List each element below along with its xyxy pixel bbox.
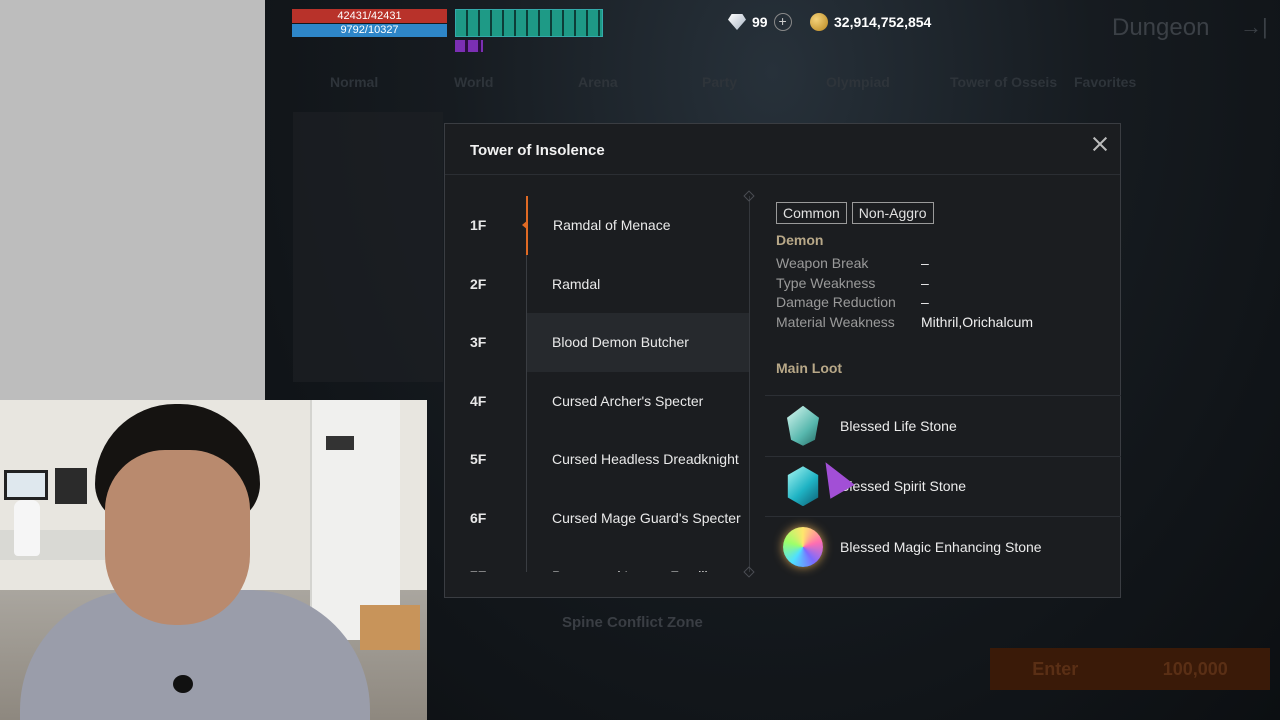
air-conditioner <box>310 400 400 640</box>
adena-currency: 32,914,752,854 <box>810 12 931 32</box>
loot-name: Blessed Spirit Stone <box>840 478 967 495</box>
stream-left-panel <box>0 0 265 400</box>
air-conditioner-panel <box>326 436 354 450</box>
diamond-currency: 99 + <box>728 12 792 32</box>
floor-row[interactable]: 6F Cursed Mage Guard's Specter <box>445 488 750 547</box>
floor-number: 6F <box>470 509 487 526</box>
tab-arena[interactable]: Arena <box>578 74 702 90</box>
screen-title: Dungeon <box>1112 14 1210 41</box>
background-monitor <box>4 470 48 500</box>
enter-button[interactable]: Enter 100,000 <box>990 648 1270 690</box>
dungeon-info-modal: Tower of Insolence 1F Ramdal of Menace 2… <box>444 123 1121 598</box>
stat-row: Type Weakness – <box>776 274 1121 294</box>
floor-list: 1F Ramdal of Menace 2F Ramdal 3F Blood D… <box>445 196 750 572</box>
loot-name: Blessed Magic Enhancing Stone <box>840 538 1042 555</box>
dungeon-tabs: Normal World Arena Party Olympiad Tower … <box>330 74 1198 90</box>
floor-row[interactable]: 7F Possessed Lesser Familiar <box>445 547 750 572</box>
adena-count: 32,914,752,854 <box>834 14 932 30</box>
adena-coin-icon <box>810 13 828 31</box>
enter-label: Enter <box>1032 658 1079 679</box>
floor-number: 2F <box>470 275 487 292</box>
floor-number: 7F <box>445 568 526 572</box>
stat-label: Material Weakness <box>776 313 895 330</box>
floor-row[interactable]: 4F Cursed Archer's Specter <box>445 371 750 430</box>
zone-name: Spine Conflict Zone <box>562 614 703 631</box>
add-diamond-icon[interactable]: + <box>773 13 792 31</box>
diamond-count: 99 <box>752 14 768 30</box>
boss-tags: Common Non-Aggro <box>776 202 1121 224</box>
floor-boss-name: Ramdal <box>526 254 749 313</box>
debuff-icons <box>455 40 483 52</box>
background-monitor <box>55 468 87 504</box>
tab-tower-of-osseis[interactable]: Tower of Osseis <box>950 74 1074 90</box>
stat-row: Material Weakness Mithril,Orichalcum <box>776 313 1121 333</box>
stat-value: Mithril,Orichalcum <box>921 313 1034 330</box>
tab-party[interactable]: Party <box>702 74 826 90</box>
floor-boss-name: Cursed Archer's Specter <box>526 371 749 430</box>
floor-boss-name: Possessed Lesser Familiar <box>526 547 749 572</box>
life-stone-icon <box>787 405 819 446</box>
cardboard-box <box>360 605 420 650</box>
water-bottle <box>14 500 40 556</box>
tag-common: Common <box>776 202 847 224</box>
hp-bar: 42431/42431 <box>292 9 447 23</box>
stat-value: – <box>921 274 929 291</box>
tab-olympiad[interactable]: Olympiad <box>826 74 950 90</box>
tab-world[interactable]: World <box>454 74 578 90</box>
tab-normal[interactable]: Normal <box>330 74 454 90</box>
stat-label: Type Weakness <box>776 274 876 291</box>
streamer-face <box>105 450 250 625</box>
magic-enhancing-stone-icon <box>783 526 823 567</box>
main-loot-title: Main Loot <box>776 360 843 377</box>
stat-label: Weapon Break <box>776 255 869 271</box>
enter-cost: 100,000 <box>1162 658 1228 679</box>
webcam-overlay <box>0 400 427 720</box>
loot-item[interactable]: Blessed Life Stone <box>765 395 1121 456</box>
floor-number: 1F <box>470 217 487 234</box>
mp-bar: 9792/10327 <box>292 24 447 37</box>
dungeon-list-background <box>293 112 443 382</box>
loot-name: Blessed Life Stone <box>840 417 957 434</box>
floor-row[interactable]: 1F Ramdal of Menace <box>445 196 750 255</box>
loot-list: Blessed Life Stone Blessed Spirit Stone … <box>765 395 1121 577</box>
floor-boss-name: Cursed Headless Dreadknight <box>526 430 749 489</box>
floor-row[interactable]: 2F Ramdal <box>445 254 750 313</box>
floor-row[interactable]: 3F Blood Demon Butcher <box>445 313 750 372</box>
close-icon[interactable] <box>1088 132 1112 156</box>
exit-icon[interactable]: →| <box>1240 14 1270 44</box>
stat-value: – <box>921 294 929 311</box>
diamond-icon <box>728 14 746 30</box>
floor-boss-name: Blood Demon Butcher <box>526 313 749 372</box>
stat-value: – <box>921 255 929 271</box>
stat-row: Weapon Break – <box>776 254 1121 274</box>
boss-race: Demon <box>776 232 824 248</box>
modal-title: Tower of Insolence <box>470 142 605 159</box>
loot-item[interactable]: Blessed Magic Enhancing Stone <box>765 516 1121 577</box>
stat-row: Damage Reduction – <box>776 293 1121 313</box>
floor-boss-name: Ramdal of Menace <box>522 196 749 255</box>
list-separator <box>749 196 750 572</box>
boss-details: Common Non-Aggro Demon Weapon Break – Ty… <box>776 202 1121 376</box>
loot-item[interactable]: Blessed Spirit Stone <box>765 455 1121 517</box>
player-status-bars: 42431/42431 9792/10327 <box>292 9 447 37</box>
floor-number: 4F <box>470 392 487 409</box>
tag-non-aggro: Non-Aggro <box>851 202 934 224</box>
stat-label: Damage Reduction <box>776 294 896 311</box>
boss-stats: Weapon Break – Type Weakness – Damage Re… <box>776 254 1121 332</box>
floor-number: 5F <box>470 451 487 468</box>
modal-divider <box>445 174 1120 175</box>
lapel-mic <box>173 675 193 693</box>
tab-favorites[interactable]: Favorites <box>1074 74 1198 90</box>
floor-boss-name: Cursed Mage Guard's Specter <box>526 488 749 547</box>
buff-icons <box>455 9 603 37</box>
floor-row[interactable]: 5F Cursed Headless Dreadknight <box>445 430 750 489</box>
floor-number: 3F <box>470 334 487 351</box>
